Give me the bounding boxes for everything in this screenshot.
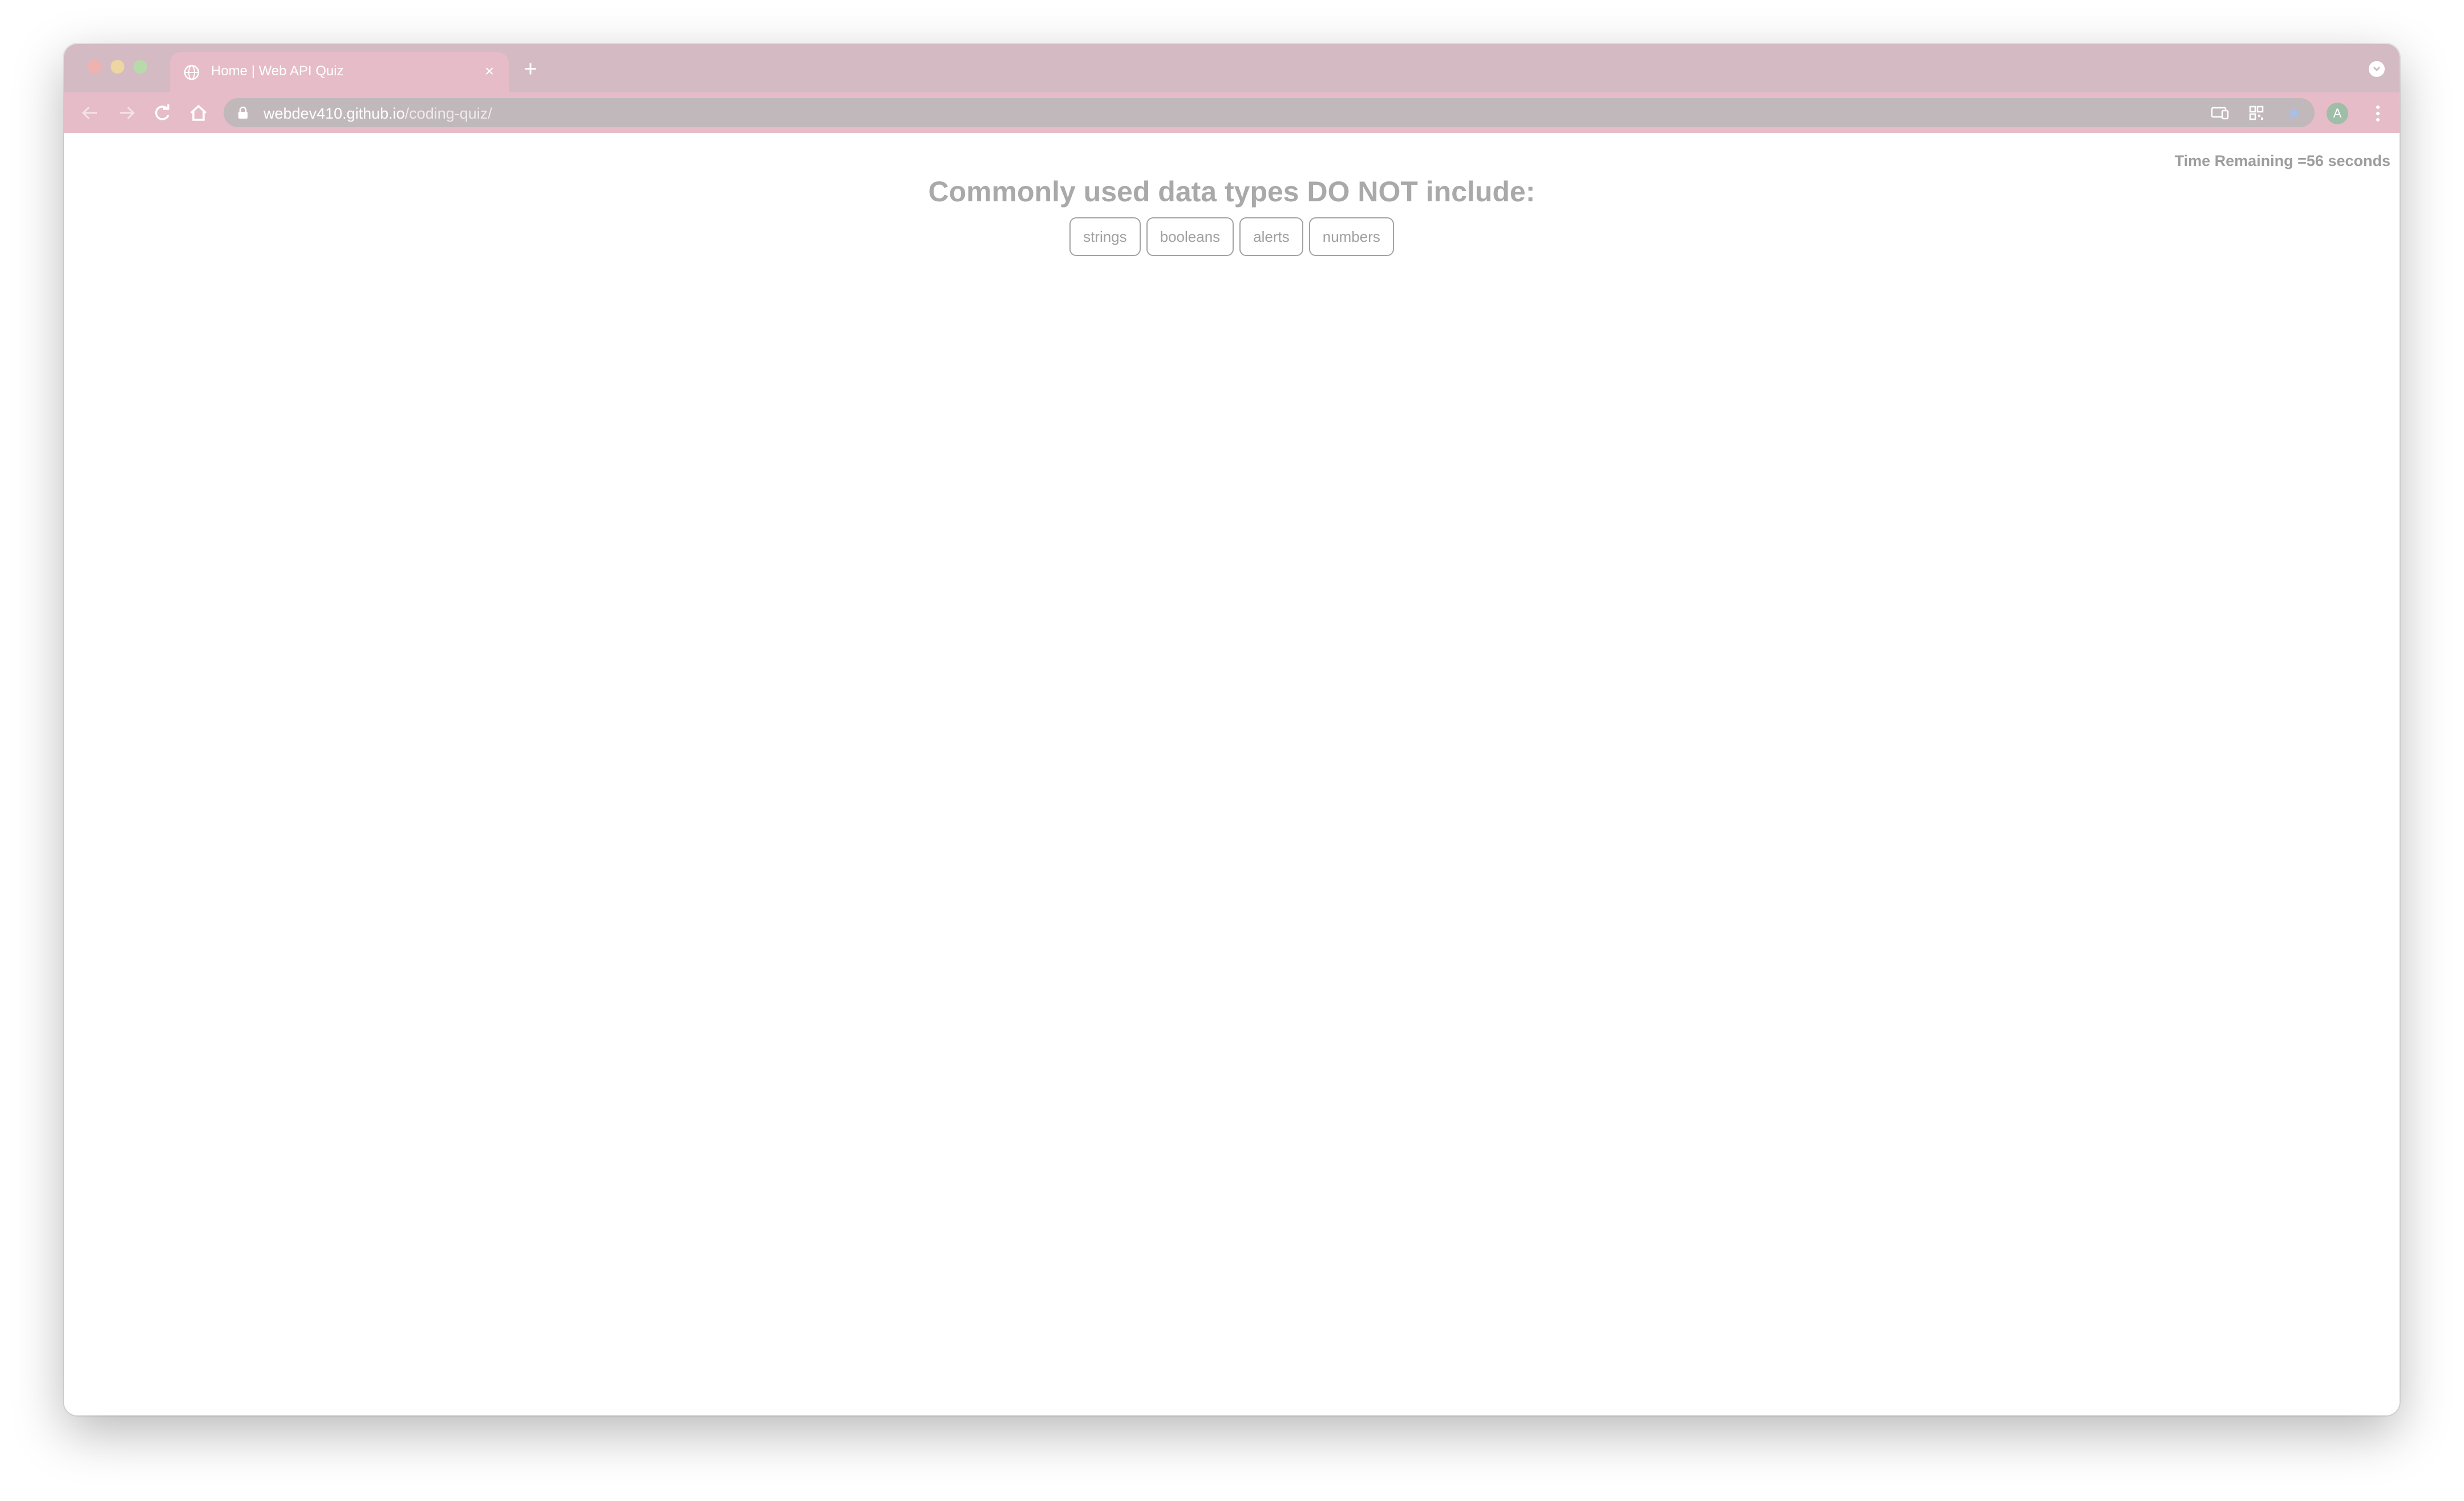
question-title: Commonly used data types DO NOT include: xyxy=(928,176,1535,208)
reload-icon[interactable] xyxy=(151,102,173,124)
tab-strip: Home | Web API Quiz × + xyxy=(64,44,2400,92)
maximize-window-button[interactable] xyxy=(133,60,147,74)
url-host: webdev410.github.io xyxy=(264,105,405,122)
tab-home[interactable]: Home | Web API Quiz × xyxy=(170,52,509,92)
forward-arrow-icon[interactable] xyxy=(115,102,138,124)
globe-icon xyxy=(184,64,200,80)
tab-title: Home | Web API Quiz xyxy=(211,63,344,79)
profile-avatar[interactable]: A xyxy=(2327,103,2348,124)
time-remaining: Time Remaining =56 seconds xyxy=(2174,152,2390,169)
tab-search-icon[interactable] xyxy=(2369,61,2385,77)
bookmark-star-icon[interactable] xyxy=(2285,105,2303,121)
address-bar[interactable]: webdev410.github.io/coding-quiz/ xyxy=(224,98,2315,127)
tab-close-icon[interactable]: × xyxy=(480,62,499,80)
choice-strings-button[interactable]: strings xyxy=(1069,217,1141,256)
cast-icon[interactable] xyxy=(2211,105,2229,121)
new-tab-button[interactable]: + xyxy=(519,58,542,80)
choice-booleans-button[interactable]: booleans xyxy=(1146,217,1234,256)
lock-icon xyxy=(238,107,248,119)
choice-alerts-button[interactable]: alerts xyxy=(1239,217,1303,256)
answer-choices: strings booleans alerts numbers xyxy=(64,217,2400,256)
choice-numbers-button[interactable]: numbers xyxy=(1308,217,1394,256)
url-path: /coding-quiz/ xyxy=(404,105,492,122)
close-window-button[interactable] xyxy=(88,60,102,74)
minimize-window-button[interactable] xyxy=(111,60,124,74)
browser-toolbar: webdev410.github.io/coding-quiz/ A xyxy=(64,92,2400,133)
url-text: webdev410.github.io/coding-quiz/ xyxy=(264,105,492,123)
qr-code-icon[interactable] xyxy=(2247,105,2266,121)
more-menu-icon[interactable] xyxy=(2374,103,2381,124)
home-icon[interactable] xyxy=(187,102,210,124)
back-arrow-icon[interactable] xyxy=(79,102,102,124)
chevron-down-icon xyxy=(2373,66,2381,72)
page-content: Time Remaining =56 seconds Commonly used… xyxy=(64,133,2400,1415)
browser-window: Home | Web API Quiz × + webdev410.github… xyxy=(64,44,2400,1415)
